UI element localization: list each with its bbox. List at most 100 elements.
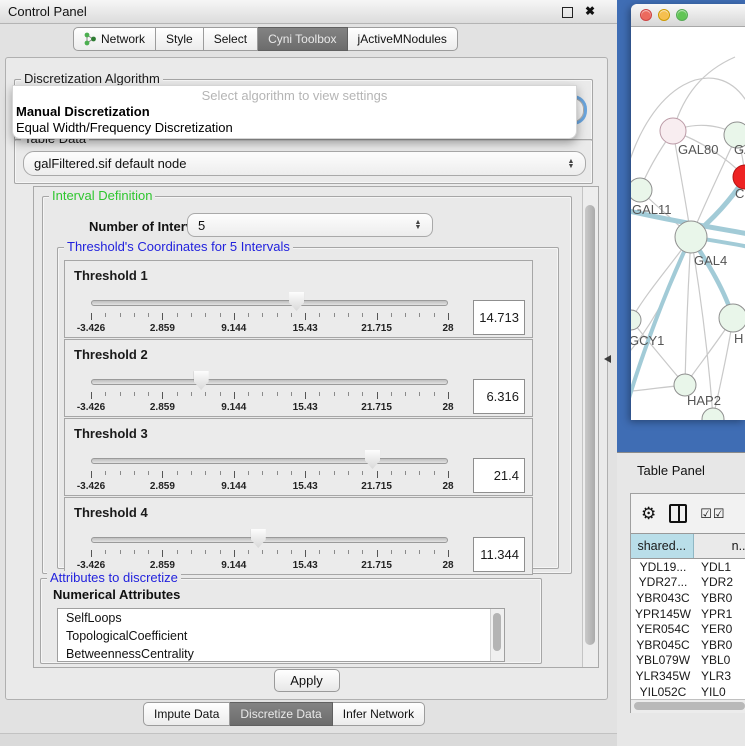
cyni-toolbox-panel: Discretization Algorithm ▲▼ Table Data g… [5,57,608,700]
slider-track[interactable] [91,537,448,543]
group-label: Discretization Algorithm [21,72,163,86]
tab-cyni-toolbox[interactable]: Cyni Toolbox [258,27,347,51]
node-gcy1[interactable] [631,310,641,330]
close-traffic-light-icon[interactable] [640,9,652,21]
scale-tick-label: 2.859 [150,402,175,413]
node-gal4[interactable] [675,221,707,253]
table-rows: YDL19...YDL1YDR27...YDR2YBR043CYBR0YPR14… [631,559,745,699]
table-data-combobox[interactable]: galFiltered.sif default node ▲▼ [23,151,586,176]
list-item[interactable]: SelfLoops [58,609,504,627]
minimize-traffic-light-icon[interactable] [658,9,670,21]
attributes-group: Attributes to discretize Numerical Attri… [40,578,542,664]
slider-thumb[interactable] [365,450,380,469]
table-row[interactable]: YDL19...YDL1 [631,559,745,575]
threshold-value-field[interactable]: 14.713 [473,300,525,335]
scale-tick-label: 2.859 [150,323,175,334]
tab-impute-data[interactable]: Impute Data [143,702,230,726]
slider-thumb[interactable] [251,529,266,548]
node-label: GAL4 [694,253,727,268]
threshold-value-field[interactable]: 6.316 [473,379,525,414]
zoom-traffic-light-icon[interactable] [676,9,688,21]
table-row[interactable]: YBR045CYBR0 [631,637,745,653]
numerical-attributes-label: Numerical Attributes [53,587,180,602]
tab-style[interactable]: Style [156,27,204,51]
slider-track[interactable] [91,379,448,385]
table-row[interactable]: YER054CYER0 [631,621,745,637]
float-window-icon[interactable] [562,7,573,18]
threshold-slider[interactable]: -3.4262.8599.14415.4321.71528 [91,447,448,493]
table-row[interactable]: YBL079WYBL0 [631,653,745,669]
threshold-value-field[interactable]: 11.344 [473,537,525,572]
horizontal-scrollbar[interactable] [631,699,745,713]
control-panel-window: Control Panel ✖ Network Style Select Cyn… [0,0,617,745]
scale-tick-label: 28 [442,323,453,334]
slider-ticks [91,313,448,321]
dropdown-option-manual[interactable]: Manual Discretization [13,104,576,120]
node-label: HAP2 [687,393,721,408]
node-gal11[interactable] [631,178,652,202]
scrollbar-thumb[interactable] [493,613,501,651]
algorithm-dropdown-popup: Select algorithm to view settings Manual… [12,85,577,139]
scrollbar-thumb[interactable] [585,205,595,645]
gear-icon[interactable]: ⚙ [641,504,656,524]
threshold-panel: Threshold 3 -3.4262.8599.14415.4321.7152… [64,418,533,496]
scale-tick-label: 21.715 [361,481,392,492]
node-gal80[interactable] [660,118,686,144]
dropdown-option-equal-width[interactable]: Equal Width/Frequency Discretization [13,120,576,136]
scale-tick-label: 15.43 [293,402,318,413]
interval-definition-group: Interval Definition Number of Intervals … [42,196,572,574]
slider-ticks [91,471,448,479]
slider-thumb[interactable] [289,292,304,311]
table-row[interactable]: YPR145WYPR1 [631,606,745,622]
column-header-name[interactable]: n... [694,534,745,558]
threshold-label: Threshold 4 [74,505,148,520]
cell-name: YIL0 [695,685,745,699]
tab-jactivemnodules[interactable]: jActiveMNodules [348,27,458,51]
list-item[interactable]: BetweennessCentrality [58,645,504,662]
cell-name: YDR2 [695,575,745,589]
cell-name: YBL0 [695,653,745,667]
checkbox-checked-icons[interactable]: ☑☑ [700,506,725,522]
threshold-slider[interactable]: -3.4262.8599.14415.4321.71528 [91,289,448,335]
number-of-intervals-combobox[interactable]: 5 ▲▼ [187,213,433,237]
cell-name: YER0 [695,622,745,636]
tab-infer-network[interactable]: Infer Network [333,702,425,726]
slider-track[interactable] [91,458,448,464]
threshold-slider[interactable]: -3.4262.8599.14415.4321.71528 [91,526,448,572]
threshold-value-field[interactable]: 21.4 [473,458,525,493]
table-row[interactable]: YBR043CYBR0 [631,590,745,606]
tab-select[interactable]: Select [204,27,258,51]
apply-button[interactable]: Apply [274,669,340,692]
list-scrollbar[interactable] [490,609,504,661]
slider-thumb[interactable] [194,371,209,390]
stepper-icon: ▲▼ [563,159,579,169]
close-icon[interactable]: ✖ [585,4,595,18]
table-row[interactable]: YDR27...YDR2 [631,575,745,591]
table-row[interactable]: YIL052CYIL0 [631,684,745,699]
node-bottom[interactable] [702,408,724,420]
column-header-shared-name[interactable]: shared... [631,534,694,558]
vertical-scrollbar[interactable] [582,187,598,667]
slider-track[interactable] [91,300,448,306]
scale-tick-label: -3.426 [77,481,105,492]
threshold-slider[interactable]: -3.4262.8599.14415.4321.71528 [91,368,448,414]
scrollbar-thumb[interactable] [634,702,745,710]
control-panel-tabs: Network Style Select Cyni Toolbox jActiv… [73,27,458,51]
node-label: C [735,186,744,201]
cell-shared-name: YER054C [631,622,695,636]
split-view-icon[interactable] [669,504,687,523]
group-label: Interval Definition [49,189,155,203]
tab-label: Cyni Toolbox [268,32,336,46]
tab-discretize-data[interactable]: Discretize Data [230,702,332,726]
table-row[interactable]: YLR345WYLR3 [631,668,745,684]
network-canvas[interactable]: GAL80 GA C GAL11 GAL4 GCY1 H HAP2 [631,27,745,420]
network-icon [84,32,97,46]
node-h[interactable] [719,304,745,332]
threshold-label: Threshold 3 [74,426,148,441]
node-label: H [734,331,743,346]
tab-label: Impute Data [154,707,219,721]
tab-network[interactable]: Network [73,27,156,51]
numerical-attributes-list[interactable]: SelfLoopsTopologicalCoefficientBetweenne… [57,608,505,662]
settings-scroll-area: Interval Definition Number of Intervals … [33,186,599,668]
list-item[interactable]: TopologicalCoefficient [58,627,504,645]
